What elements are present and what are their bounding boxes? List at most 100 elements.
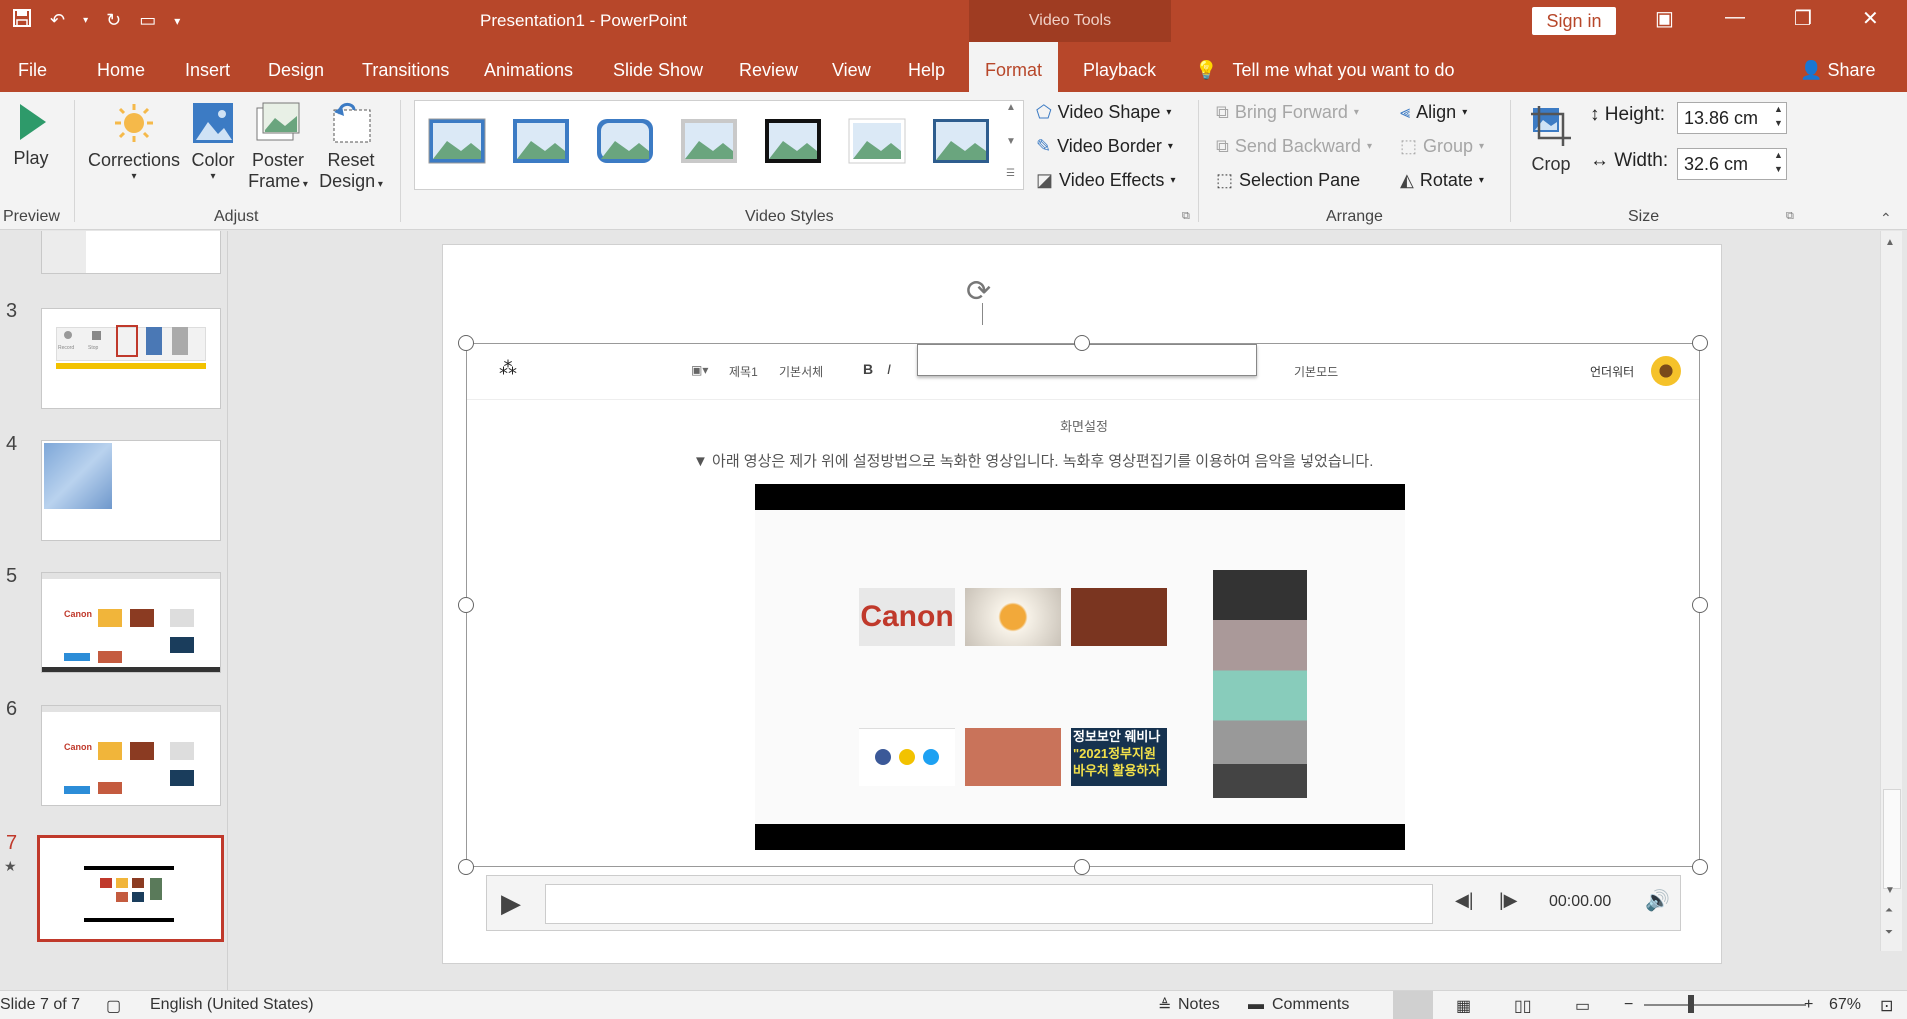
scroll-thumb[interactable] bbox=[1883, 789, 1901, 889]
tab-design[interactable]: Design bbox=[268, 42, 324, 92]
resize-handle-se[interactable] bbox=[1692, 859, 1708, 875]
resize-handle-nw[interactable] bbox=[458, 335, 474, 351]
close-icon[interactable]: ✕ bbox=[1862, 6, 1879, 31]
notes-button[interactable]: Notes bbox=[1178, 996, 1220, 1014]
height-input[interactable]: 13.86 cm bbox=[1677, 102, 1787, 134]
slide-sorter-icon[interactable]: ▦ bbox=[1456, 996, 1471, 1016]
slide-thumbnail-4[interactable] bbox=[41, 440, 221, 541]
zoom-in-icon[interactable]: + bbox=[1804, 996, 1813, 1014]
gallery-scroll-up-icon[interactable]: ▲ bbox=[1006, 102, 1016, 113]
customize-qat-icon[interactable]: ▾ bbox=[174, 14, 180, 28]
bring-forward-button[interactable]: ⧉ Bring Forward ▾ bbox=[1216, 102, 1359, 123]
rotate-button[interactable]: ◭ Rotate ▾ bbox=[1400, 170, 1484, 191]
slide-thumbnail-5[interactable]: Canon bbox=[41, 572, 221, 673]
volume-icon[interactable]: 🔊 bbox=[1645, 888, 1670, 913]
video-shape-button[interactable]: ⬠ Video Shape ▾ bbox=[1036, 102, 1171, 123]
tab-slide-show[interactable]: Slide Show bbox=[613, 42, 703, 92]
tab-help[interactable]: Help bbox=[908, 42, 945, 92]
width-input[interactable]: 32.6 cm bbox=[1677, 148, 1787, 180]
language[interactable]: English (United States) bbox=[150, 996, 314, 1014]
resize-handle-s[interactable] bbox=[1074, 859, 1090, 875]
tab-review[interactable]: Review bbox=[739, 42, 798, 92]
play-icon[interactable]: ▶ bbox=[501, 888, 521, 919]
collapse-ribbon-icon[interactable]: ⌃ bbox=[1880, 210, 1892, 227]
send-backward-button[interactable]: ⧉ Send Backward ▾ bbox=[1216, 136, 1372, 157]
tab-home[interactable]: Home bbox=[97, 42, 145, 92]
ribbon-display-options-icon[interactable]: ▣ bbox=[1655, 6, 1674, 31]
reset-design-button[interactable]: Reset Design ▾ bbox=[316, 100, 386, 192]
slide-thumbnail-3[interactable]: Record Stop bbox=[41, 308, 221, 409]
tab-playback[interactable]: Playback bbox=[1083, 42, 1156, 92]
dialog-launcher-icon[interactable]: ⧉ bbox=[1182, 210, 1190, 223]
color-button[interactable]: Color ▾ bbox=[188, 102, 238, 182]
tab-animations[interactable]: Animations bbox=[484, 42, 573, 92]
save-icon[interactable] bbox=[12, 8, 32, 33]
corrections-button[interactable]: Corrections ▾ bbox=[86, 102, 182, 182]
slide-thumbnail-6[interactable]: Canon bbox=[41, 705, 221, 806]
gallery-more-icon[interactable]: ☰ bbox=[1006, 168, 1015, 179]
normal-view-icon[interactable] bbox=[1393, 991, 1433, 1019]
comments-icon[interactable]: ▬ bbox=[1248, 996, 1264, 1014]
spell-check-icon[interactable]: ▢ bbox=[106, 996, 121, 1016]
tab-insert[interactable]: Insert bbox=[185, 42, 230, 92]
resize-handle-ne[interactable] bbox=[1692, 335, 1708, 351]
size-dialog-launcher-icon[interactable]: ⧉ bbox=[1786, 210, 1794, 223]
resize-handle-n[interactable] bbox=[1074, 335, 1090, 351]
zoom-slider[interactable] bbox=[1644, 1004, 1806, 1006]
video-style-thumbnail[interactable] bbox=[427, 117, 487, 165]
tab-file[interactable]: File bbox=[18, 42, 47, 92]
comments-button[interactable]: Comments bbox=[1272, 996, 1349, 1014]
zoom-out-icon[interactable]: − bbox=[1624, 996, 1633, 1014]
next-slide-icon[interactable]: ⏷ bbox=[1885, 927, 1893, 938]
scroll-down-icon[interactable]: ▼ bbox=[1885, 885, 1895, 896]
resize-handle-e[interactable] bbox=[1692, 597, 1708, 613]
zoom-level[interactable]: 67% bbox=[1829, 996, 1861, 1014]
move-back-icon[interactable]: ◀| bbox=[1455, 890, 1474, 911]
slide-thumbnail-2[interactable] bbox=[41, 231, 221, 274]
resize-handle-sw[interactable] bbox=[458, 859, 474, 875]
resize-handle-w[interactable] bbox=[458, 597, 474, 613]
move-forward-icon[interactable]: |▶ bbox=[1499, 890, 1518, 911]
tab-transitions[interactable]: Transitions bbox=[362, 42, 449, 92]
fit-to-window-icon[interactable]: ⊡ bbox=[1880, 996, 1893, 1016]
undo-icon[interactable]: ↶ bbox=[50, 10, 65, 31]
video-style-thumbnail[interactable] bbox=[679, 117, 739, 165]
video-effects-button[interactable]: ◪ Video Effects ▾ bbox=[1036, 170, 1175, 191]
play-button[interactable]: Play bbox=[10, 102, 52, 169]
share-button[interactable]: 👤 Share bbox=[1800, 42, 1875, 98]
minimize-icon[interactable]: — bbox=[1725, 6, 1745, 29]
crop-button[interactable]: Crop bbox=[1528, 104, 1574, 175]
slide-show-icon[interactable]: ▭ bbox=[1575, 996, 1590, 1016]
video-border-button[interactable]: ✎ Video Border ▾ bbox=[1036, 136, 1173, 157]
selection-pane-button[interactable]: ⬚ Selection Pane bbox=[1216, 170, 1360, 191]
poster-frame-button[interactable]: Poster Frame ▾ bbox=[245, 102, 311, 192]
height-spinner[interactable]: ▲ ▼ bbox=[1774, 102, 1783, 130]
group-button[interactable]: ⬚ Group ▾ bbox=[1400, 136, 1484, 157]
scroll-up-icon[interactable]: ▲ bbox=[1885, 237, 1895, 248]
video-style-thumbnail[interactable] bbox=[847, 117, 907, 165]
width-spinner[interactable]: ▲ ▼ bbox=[1774, 148, 1783, 176]
gallery-scroll-down-icon[interactable]: ▼ bbox=[1006, 136, 1016, 147]
sign-in-button[interactable]: Sign in bbox=[1532, 7, 1616, 35]
reading-view-icon[interactable]: ▯▯ bbox=[1514, 996, 1532, 1016]
current-slide[interactable]: ⟳ ⁂ ▣▾ 제목1 기본서체 B I 기본모드 언더워터 화면설정 ▼ 아래 … bbox=[442, 244, 1722, 964]
video-frame[interactable]: ⁂ ▣▾ 제목1 기본서체 B I 기본모드 언더워터 화면설정 ▼ 아래 영상… bbox=[466, 343, 1700, 867]
video-style-thumbnail[interactable] bbox=[595, 117, 655, 165]
previous-slide-icon[interactable]: ⏶ bbox=[1885, 905, 1893, 916]
slide-thumbnail-7-active[interactable] bbox=[37, 835, 224, 942]
video-style-thumbnail[interactable] bbox=[763, 117, 823, 165]
editor-scrollbar[interactable]: ▲ ▼ ⏶ ⏷ bbox=[1880, 231, 1902, 951]
rotate-handle-icon[interactable]: ⟳ bbox=[966, 274, 991, 309]
tab-view[interactable]: View bbox=[832, 42, 871, 92]
seek-bar[interactable] bbox=[545, 884, 1433, 924]
undo-dropdown-icon[interactable]: ▾ bbox=[83, 15, 88, 26]
video-style-thumbnail[interactable] bbox=[511, 117, 571, 165]
tell-me-search[interactable]: 💡 Tell me what you want to do bbox=[1195, 42, 1455, 98]
align-button[interactable]: ⫷ Align ▾ bbox=[1400, 102, 1467, 123]
notes-icon[interactable]: ≜ bbox=[1158, 996, 1171, 1016]
tab-format[interactable]: Format bbox=[969, 42, 1059, 92]
start-from-beginning-icon[interactable]: ▭ bbox=[139, 10, 156, 31]
video-style-thumbnail[interactable] bbox=[931, 117, 991, 165]
restore-icon[interactable]: ❐ bbox=[1794, 6, 1812, 31]
redo-icon[interactable]: ↻ bbox=[106, 10, 121, 31]
